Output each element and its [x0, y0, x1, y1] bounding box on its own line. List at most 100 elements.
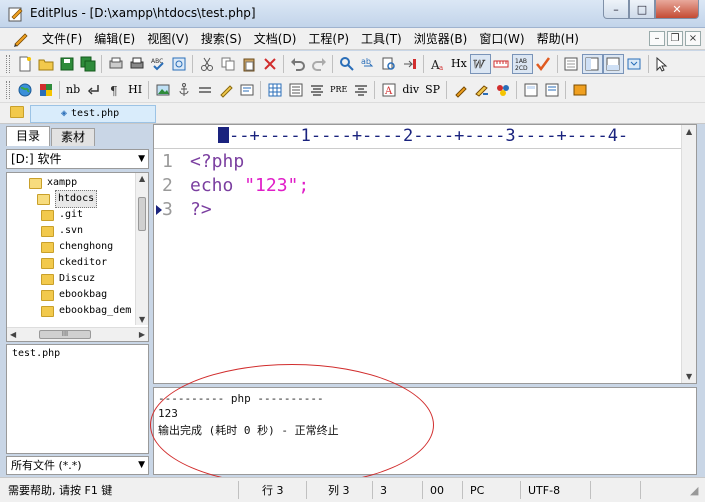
- heading-button[interactable]: HI: [125, 80, 145, 100]
- folder-icon[interactable]: [10, 106, 24, 118]
- save-icon[interactable]: [56, 54, 77, 74]
- menu-document[interactable]: 文档(D): [248, 29, 303, 49]
- tree-vertical-scrollbar[interactable]: ▲ ▼: [135, 173, 148, 325]
- menu-help[interactable]: 帮助(H): [531, 29, 585, 49]
- file-tab-test-php[interactable]: ◈ test.php: [30, 105, 156, 123]
- find-in-files-icon[interactable]: [378, 54, 399, 74]
- line-number-toggle-icon[interactable]: 1AB 2CD: [511, 53, 533, 74]
- redo-icon[interactable]: [308, 54, 329, 74]
- check-syntax-icon[interactable]: [533, 54, 554, 74]
- tree-item[interactable]: ebookbag_dem: [41, 303, 131, 319]
- center-align-icon[interactable]: [350, 80, 371, 100]
- close-button[interactable]: ✕: [655, 0, 699, 19]
- tree-item[interactable]: ckeditor: [41, 255, 107, 271]
- hex-viewer-button[interactable]: Hx: [448, 54, 470, 74]
- span-button[interactable]: SP: [422, 80, 443, 100]
- directory-window-icon[interactable]: [581, 53, 603, 74]
- pointer-icon[interactable]: [652, 54, 673, 74]
- goto-line-icon[interactable]: [399, 54, 420, 74]
- html-toolbar-pen-icon[interactable]: [471, 80, 492, 100]
- table-icon[interactable]: [264, 80, 285, 100]
- delete-icon[interactable]: [259, 54, 280, 74]
- file-list-item[interactable]: test.php: [12, 348, 60, 359]
- tree-item[interactable]: xampp: [29, 175, 77, 191]
- toolbar-grip[interactable]: [6, 54, 10, 73]
- line-break-icon[interactable]: [83, 80, 104, 100]
- tree-item[interactable]: htdocs: [37, 190, 98, 208]
- preformatted-button[interactable]: PRE: [327, 80, 350, 100]
- print-icon[interactable]: [126, 54, 147, 74]
- replace-icon[interactable]: ab: [357, 54, 378, 74]
- word-wrap-icon[interactable]: W: [469, 53, 491, 74]
- tree-scroll-thumb[interactable]: [138, 197, 146, 231]
- template-icon[interactable]: [541, 80, 562, 100]
- list-icon[interactable]: [285, 80, 306, 100]
- menu-view[interactable]: 视图(V): [141, 29, 195, 49]
- clip-library-icon[interactable]: [520, 80, 541, 100]
- drive-select[interactable]: [D:] 软件 ▼: [6, 149, 149, 169]
- tree-item[interactable]: .svn: [41, 223, 83, 239]
- image-icon[interactable]: [152, 80, 173, 100]
- browser-preview-icon[interactable]: [168, 54, 189, 74]
- spellcheck-icon[interactable]: ABC: [147, 54, 168, 74]
- copy-icon[interactable]: [217, 54, 238, 74]
- tab-cliptext[interactable]: 素材: [51, 128, 96, 146]
- resize-grip-icon[interactable]: ◢: [690, 482, 698, 499]
- menu-project[interactable]: 工程(P): [302, 29, 355, 49]
- globe-icon[interactable]: [14, 80, 35, 100]
- menu-window[interactable]: 窗口(W): [473, 29, 530, 49]
- scroll-up-icon[interactable]: ▲: [686, 127, 692, 136]
- menu-edit[interactable]: 编辑(E): [88, 29, 141, 49]
- editor-vertical-scrollbar[interactable]: ▲ ▼: [681, 125, 696, 383]
- menu-file[interactable]: 文件(F): [36, 29, 88, 49]
- open-folder-icon[interactable]: [35, 54, 56, 74]
- find-icon[interactable]: [336, 54, 357, 74]
- tree-item[interactable]: .git: [41, 207, 83, 223]
- scroll-right-icon[interactable]: ▶: [139, 330, 145, 339]
- div-button[interactable]: div: [399, 80, 422, 100]
- color-palette-icon[interactable]: [35, 80, 56, 100]
- child-close-button[interactable]: ×: [685, 31, 701, 46]
- align-icon[interactable]: [306, 80, 327, 100]
- nbsp-button[interactable]: nb: [63, 80, 83, 100]
- scroll-up-icon[interactable]: ▲: [139, 174, 145, 183]
- cut-icon[interactable]: [196, 54, 217, 74]
- paragraph-icon[interactable]: ¶: [104, 80, 125, 100]
- fullscreen-icon[interactable]: [624, 54, 645, 74]
- scroll-left-icon[interactable]: ◀: [10, 330, 16, 339]
- minimize-button[interactable]: –: [603, 0, 629, 19]
- paste-icon[interactable]: [238, 54, 259, 74]
- code-editor[interactable]: --+----1----+----2----+----3----+----4- …: [153, 124, 697, 384]
- child-minimize-button[interactable]: –: [649, 31, 665, 46]
- menu-search[interactable]: 搜索(S): [195, 29, 248, 49]
- new-file-icon[interactable]: [14, 54, 35, 74]
- undo-icon[interactable]: [287, 54, 308, 74]
- tree-item[interactable]: chenghong: [41, 239, 113, 255]
- tree-hscroll-thumb[interactable]: III: [39, 330, 91, 339]
- edit-pen-icon[interactable]: [450, 80, 471, 100]
- anchor-icon[interactable]: [173, 80, 194, 100]
- plugin-icon[interactable]: [569, 80, 590, 100]
- child-restore-button[interactable]: ❐: [667, 31, 683, 46]
- font-color-icon[interactable]: A: [378, 80, 399, 100]
- print-preview-icon[interactable]: [105, 54, 126, 74]
- comment-icon[interactable]: [215, 80, 236, 100]
- toolbar-grip[interactable]: [6, 80, 10, 99]
- ruler-toggle-icon[interactable]: [491, 54, 512, 74]
- output-window-icon[interactable]: [602, 53, 624, 74]
- font-icon[interactable]: Aa: [427, 54, 448, 74]
- scroll-down-icon[interactable]: ▼: [686, 372, 692, 381]
- color-balls-icon[interactable]: [492, 80, 513, 100]
- tree-item[interactable]: ebookbag: [41, 287, 107, 303]
- tree-item[interactable]: Discuz: [41, 271, 95, 287]
- save-all-icon[interactable]: [77, 54, 98, 74]
- menu-tools[interactable]: 工具(T): [355, 29, 408, 49]
- scroll-down-icon[interactable]: ▼: [139, 315, 145, 324]
- tree-horizontal-scrollbar[interactable]: ◀ III ▶: [7, 327, 148, 341]
- cliptext-window-icon[interactable]: [561, 54, 582, 74]
- maximize-button[interactable]: □: [629, 0, 655, 19]
- file-filter-select[interactable]: 所有文件 (*.*) ▼: [6, 456, 149, 475]
- horizontal-rule-icon[interactable]: [194, 80, 215, 100]
- form-icon[interactable]: [236, 80, 257, 100]
- output-window[interactable]: ---------- php ---------- 123 输出完成 (耗时 0…: [153, 387, 697, 475]
